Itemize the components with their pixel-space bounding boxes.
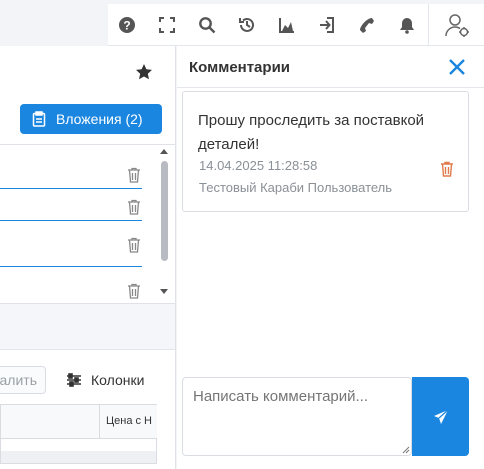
comment-input[interactable] [182, 377, 412, 456]
scroll-up-arrow[interactable] [160, 149, 168, 154]
history-icon[interactable] [232, 4, 262, 46]
clipboard-icon [32, 111, 46, 127]
attachments-scrollbar[interactable] [158, 147, 170, 303]
comment-author: Тестовый Караби Пользователь [199, 180, 393, 195]
close-icon[interactable] [447, 57, 467, 77]
trash-icon[interactable] [127, 199, 141, 215]
send-button[interactable] [412, 377, 469, 456]
comments-title: Комментарии [189, 59, 291, 76]
star-icon[interactable] [134, 62, 154, 82]
svg-text:?: ? [123, 19, 130, 33]
trash-icon[interactable] [127, 283, 141, 299]
login-icon[interactable] [312, 4, 342, 46]
delete-label: далить [0, 372, 37, 388]
columns-button[interactable]: Колонки [66, 366, 144, 394]
comments-header: Комментарии [177, 46, 484, 88]
delete-button[interactable]: далить [0, 366, 46, 394]
trash-icon[interactable] [127, 237, 141, 253]
help-icon[interactable]: ? [112, 4, 142, 46]
attachment-row[interactable] [0, 266, 142, 267]
phone-icon[interactable] [352, 4, 382, 46]
table-header-cell [1, 405, 99, 439]
details-panel: Вложения (2) далить Колонки Цена с Н [0, 46, 176, 469]
attachment-row[interactable] [0, 188, 142, 189]
search-icon[interactable] [192, 4, 222, 46]
columns-label: Колонки [91, 372, 145, 388]
comment-date: 14.04.2025 11:28:58 [199, 158, 318, 173]
chart-icon[interactable] [272, 4, 302, 46]
comment-item: Прошу проследить за поставкой деталей! 1… [182, 91, 469, 212]
attachment-row[interactable] [0, 220, 142, 221]
price-column-header[interactable]: Цена с Н [99, 405, 157, 439]
bell-icon[interactable] [392, 4, 422, 46]
comments-panel: Комментарии Прошу проследить за поставко… [177, 46, 484, 469]
scroll-down-arrow[interactable] [160, 289, 168, 294]
top-toolbar: ? [108, 4, 484, 46]
comment-text: Прошу проследить за поставкой деталей! [198, 112, 425, 153]
delete-comment-icon[interactable] [440, 161, 454, 177]
fullscreen-icon[interactable] [152, 4, 182, 46]
attachments-list [0, 144, 175, 304]
section-divider [0, 304, 175, 350]
send-icon [433, 409, 448, 424]
attachments-label: Вложения (2) [56, 111, 143, 127]
sliders-icon [67, 373, 81, 387]
trash-icon[interactable] [127, 167, 141, 183]
table-scrollbar[interactable] [1, 451, 156, 463]
items-table: Цена с Н [0, 404, 157, 464]
scroll-thumb[interactable] [161, 161, 168, 261]
resize-grip-icon[interactable] [402, 446, 410, 454]
attachments-button[interactable]: Вложения (2) [20, 104, 162, 134]
user-settings-icon[interactable] [428, 4, 484, 46]
